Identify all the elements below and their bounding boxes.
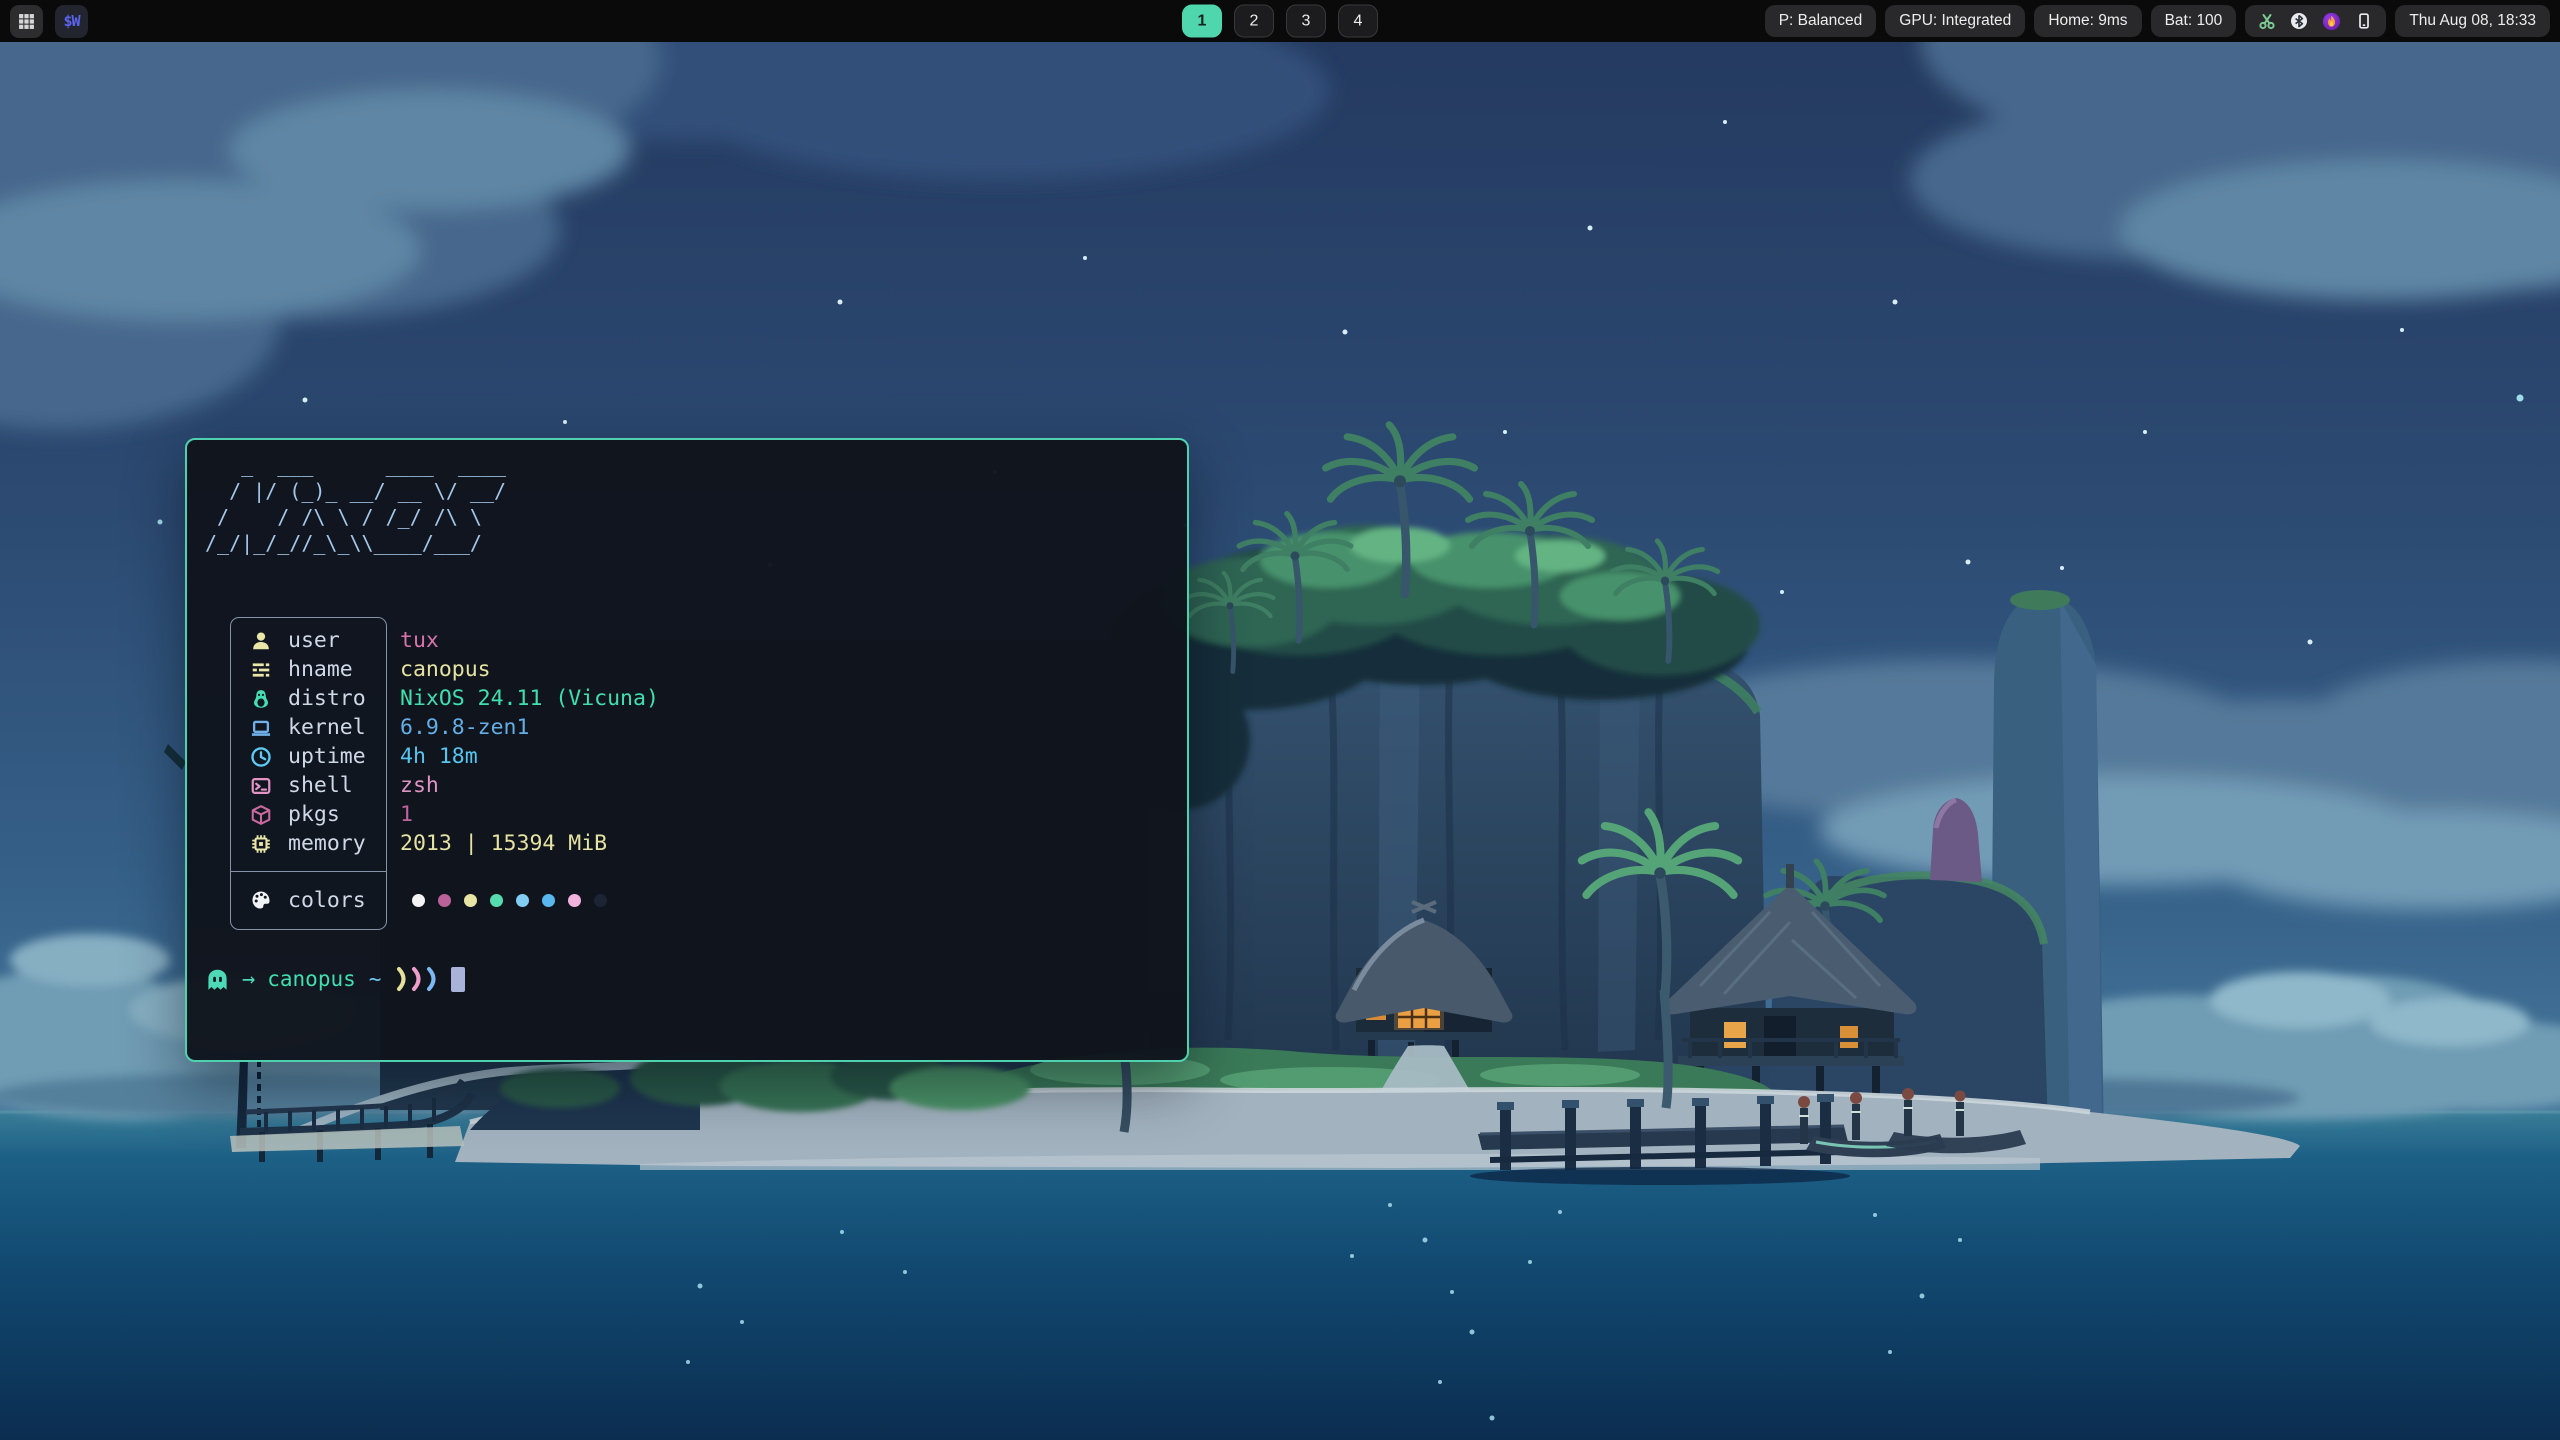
prompt-cwd: ~ <box>369 967 382 991</box>
prompt-chevron <box>411 966 425 992</box>
laptop-icon <box>249 717 273 739</box>
info-row-uptime: uptime 4h 18m <box>230 742 930 771</box>
penguin-icon <box>249 688 273 710</box>
workspace-button-2[interactable]: 2 <box>1234 5 1274 38</box>
color-swatch <box>490 894 503 907</box>
phone-icon[interactable] <box>2355 12 2373 30</box>
bluetooth-icon[interactable] <box>2290 12 2308 30</box>
user-icon <box>249 630 273 652</box>
palette-icon <box>249 889 273 911</box>
package-icon <box>249 804 273 826</box>
logo-text: $W <box>63 12 79 30</box>
wallpaper-switcher-button[interactable]: $W <box>55 5 88 38</box>
prompt-host: canopus <box>267 967 356 991</box>
info-row-pkgs: pkgs 1 <box>230 800 930 829</box>
prompt-arrow: → <box>242 967 255 992</box>
top-bar-left: $W <box>10 5 88 38</box>
color-swatch <box>412 894 425 907</box>
color-swatches <box>412 894 607 907</box>
workspace-button-4[interactable]: 4 <box>1338 5 1378 38</box>
info-row-hname: hname canopus <box>230 655 930 684</box>
clock-pill[interactable]: Thu Aug 08, 18:33 <box>2395 5 2550 37</box>
shell-prompt[interactable]: → canopus ~ <box>205 964 465 994</box>
info-row-shell: shell zsh <box>230 771 930 800</box>
system-info-panel: user tux hname canopus <box>230 617 387 930</box>
colors-row: colors <box>230 870 930 930</box>
color-swatch <box>542 894 555 907</box>
prompt-chevron <box>426 966 440 992</box>
system-tray <box>2245 5 2386 37</box>
power-profile-pill[interactable]: P: Balanced <box>1765 5 1877 37</box>
color-swatch <box>464 894 477 907</box>
prompt-chevron <box>396 966 410 992</box>
workspaces: 1 2 3 4 <box>1182 5 1378 38</box>
home-latency-pill[interactable]: Home: 9ms <box>2034 5 2141 37</box>
zen-browser-flame-icon[interactable] <box>2322 12 2341 31</box>
info-row-memory: memory 2013 | 15394 MiB <box>230 829 930 858</box>
ascii-logo-nixos: _ ___ ____ ____ / |/ (_)_ __/ __ \/ __/ … <box>205 452 506 556</box>
color-swatch <box>568 894 581 907</box>
color-swatch <box>594 894 607 907</box>
text-cursor <box>451 967 465 992</box>
battery-pill[interactable]: Bat: 100 <box>2151 5 2237 37</box>
top-bar: $W 1 2 3 4 P: Balanced GPU: Integrated H… <box>0 0 2560 42</box>
scissors-icon[interactable] <box>2258 12 2276 30</box>
workspace-button-1[interactable]: 1 <box>1182 5 1222 38</box>
app-grid-icon <box>18 13 35 30</box>
clock-icon <box>249 746 273 768</box>
top-bar-right: P: Balanced GPU: Integrated Home: 9ms Ba… <box>1765 5 2550 37</box>
chip-icon <box>249 833 273 855</box>
gpu-pill[interactable]: GPU: Integrated <box>1885 5 2025 37</box>
info-row-distro: distro NixOS 24.11 (Vicuna) <box>230 684 930 713</box>
color-swatch <box>438 894 451 907</box>
info-row-kernel: kernel 6.9.8-zen1 <box>230 713 930 742</box>
app-launcher-button[interactable] <box>10 5 43 38</box>
list-icon <box>249 659 273 681</box>
ghost-icon <box>205 967 230 992</box>
workspace-button-3[interactable]: 3 <box>1286 5 1326 38</box>
color-swatch <box>516 894 529 907</box>
info-row-user: user tux <box>230 626 930 655</box>
terminal-icon <box>249 775 273 797</box>
terminal-window[interactable]: _ ___ ____ ____ / |/ (_)_ __/ __ \/ __/ … <box>185 438 1189 1062</box>
